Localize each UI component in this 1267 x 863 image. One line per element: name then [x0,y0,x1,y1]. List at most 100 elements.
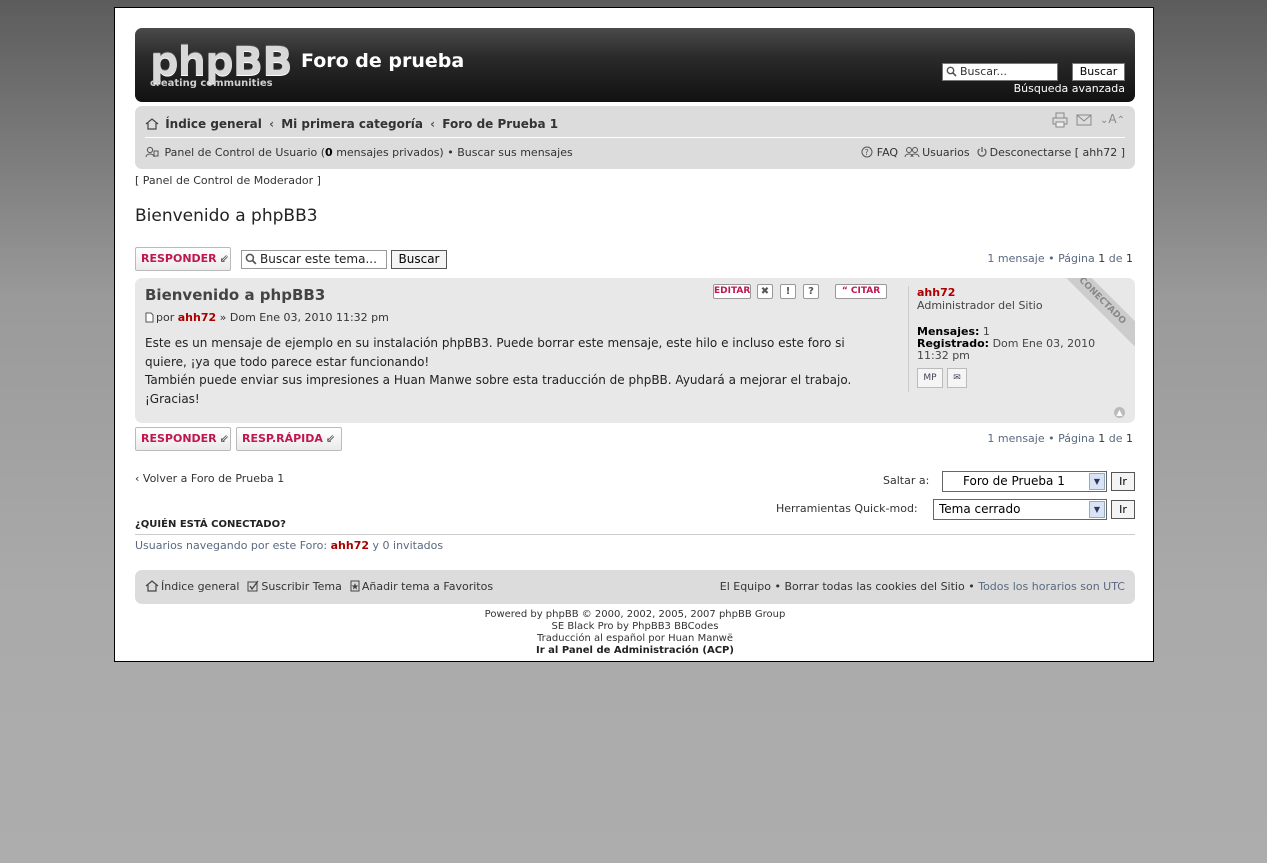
topic-search-placeholder: Buscar este tema... [260,252,377,266]
reply-button[interactable]: RESPONDER ⇙ [135,247,231,271]
credits-style[interactable]: SE Black Pro by PhpBB3 BBCodes [115,621,1155,633]
current-page: 1 [1098,432,1106,445]
quote-mark-icon: “ [841,286,848,296]
site-logo[interactable]: phpBB creating communities [150,42,293,94]
quickmod-select[interactable]: Tema cerrado ▼ [933,499,1107,520]
post-icon [145,312,154,326]
breadcrumb-forum[interactable]: Foro de Prueba 1 [442,117,558,131]
subscribe-label: Suscribir Tema [261,580,342,593]
bullet-separator: • [447,146,454,159]
delete-cookies-link[interactable]: Borrar todas las cookies del Sitio [784,580,964,593]
whois-suffix: y 0 invitados [372,539,444,552]
profile-rank: Administrador del Sitio [917,299,1043,312]
jump-select[interactable]: Foro de Prueba 1 ▼ [942,471,1107,492]
topic-search-input[interactable]: Buscar este tema... [241,250,387,269]
own-posts-link[interactable]: Buscar sus mensajes [457,146,572,159]
reply-label: RESPONDER [141,252,217,265]
search-placeholder: Buscar... [960,65,1008,78]
mcp-link[interactable]: [ Panel de Control de Moderador ] [135,174,321,187]
footer-right-links: El Equipo • Borrar todas las cookies del… [720,580,1125,593]
post-paragraph: También puede enviar sus impresiones a H… [145,373,852,387]
current-page: 1 [1098,252,1106,265]
breadcrumb-index[interactable]: Índice general [165,117,262,131]
footer-navbar: Índice general Suscribir Tema Añadir tem… [135,570,1135,604]
whois-online-text: Usuarios navegando por este Foro: ahh72 … [135,539,443,552]
navbar: Índice general ‹ Mi primera categoría ‹ … [135,106,1135,169]
quickmod-selected-value: Tema cerrado [939,502,1021,516]
post-count: 1 mensaje [987,252,1045,265]
search-icon [245,253,257,270]
subscribe-topic-link[interactable]: Suscribir Tema [247,580,342,595]
delete-icon[interactable]: ✖ [757,284,773,299]
page-label: Página [1058,252,1095,265]
page-title[interactable]: Bienvenido a phpBB3 [135,206,318,226]
font-size-icon[interactable]: ⌄A⌃ [1100,112,1125,131]
report-icon[interactable]: ! [780,284,796,299]
reply-arrow-icon: ⇙ [325,432,336,445]
back-to-top-icon[interactable]: ▲ [1114,407,1125,418]
back-link-label: Volver a Foro de Prueba 1 [142,472,285,485]
search-input[interactable]: Buscar... [942,63,1058,81]
email-icon[interactable]: ✉ [947,368,967,388]
team-link[interactable]: El Equipo [720,580,771,593]
edit-button[interactable]: EDITAR [713,284,751,299]
reply-button-bottom[interactable]: RESPONDER ⇙ [135,427,231,451]
bookmark-icon [350,580,360,595]
site-header: phpBB creating communities Foro de prueb… [135,28,1135,102]
members-label: Usuarios [922,146,970,159]
topic-search-button[interactable]: Buscar [391,250,447,269]
print-icon[interactable] [1052,112,1068,131]
navbar-divider [145,137,1125,138]
bookmark-topic-link[interactable]: Añadir tema a Favoritos [350,580,493,595]
private-messages-link[interactable]: (0 mensajes privados) [321,146,444,159]
header-search: Buscar... Buscar [925,63,1125,81]
search-icon [946,66,957,82]
footer-index-link[interactable]: Índice general [145,580,239,595]
reply-arrow-icon: ⇙ [219,432,229,445]
ucp-link[interactable]: Panel de Control de Usuario [165,146,318,159]
faq-link[interactable]: ? FAQ [861,146,898,161]
post-paragraph: ¡Gracias! [145,391,200,406]
total-pages: 1 [1126,432,1133,445]
credits-translation[interactable]: Traducción al español por Huan Manwë [115,633,1155,645]
post-paragraph: Este es un mensaje de ejemplo en su inst… [145,336,845,369]
search-button[interactable]: Buscar [1072,63,1125,81]
pm-icon-text: MP [923,373,937,383]
advanced-search-link[interactable]: Búsqueda avanzada [1014,82,1125,95]
user-icon [145,146,159,161]
credits-powered-by[interactable]: Powered by phpBB © 2000, 2002, 2005, 200… [115,609,1155,621]
site-title: Foro de prueba [301,50,465,72]
breadcrumb-category[interactable]: Mi primera categoría [281,117,423,131]
profile-contact-icons: MP ✉ [917,368,967,388]
post-profile: ahh72 Administrador del Sitio Mensajes: … [908,286,1108,392]
back-arrow-icon: ‹ [135,472,140,485]
members-link[interactable]: Usuarios [904,146,970,161]
font-size-letter: A [1108,112,1117,126]
pagination-bottom: 1 mensaje • Página 1 de 1 [987,432,1133,445]
jump-go-button[interactable]: Ir [1111,472,1135,491]
back-to-forum-link[interactable]: ‹ Volver a Foro de Prueba 1 [135,472,284,485]
power-icon [976,146,988,161]
online-user-link[interactable]: ahh72 [331,539,369,552]
post-date: » Dom Ene 03, 2010 11:32 pm [219,311,389,324]
quote-button[interactable]: “ CITAR [835,284,887,299]
private-message-icon[interactable]: MP [917,368,943,388]
post-author[interactable]: ahh72 [178,311,216,324]
jump-label: Saltar a: [883,474,930,487]
footer-left-links: Índice general Suscribir Tema Añadir tem… [145,580,493,595]
whois-online-title: ¿QUIÉN ESTÁ CONECTADO? [135,519,286,530]
acp-link[interactable]: Ir al Panel de Administración (ACP) [115,645,1155,657]
email-topic-icon[interactable] [1076,112,1092,131]
svg-text:?: ? [864,148,868,157]
breadcrumb: Índice general ‹ Mi primera categoría ‹ … [145,117,558,133]
bookmark-label: Añadir tema a Favoritos [361,580,494,593]
logout-link[interactable]: Desconectarse [ ahh72 ] [976,146,1125,161]
quickmod-go-button[interactable]: Ir [1111,500,1135,519]
post-title[interactable]: Bienvenido a phpBB3 [145,286,325,304]
quick-reply-label: RESP.RÁPIDA [242,432,323,445]
info-icon[interactable]: ? [803,284,819,299]
timezone-text: Todos los horarios son UTC [978,580,1125,593]
ucp-links: Panel de Control de Usuario (0 mensajes … [145,146,573,161]
jump-selected-value: Foro de Prueba 1 [963,474,1065,488]
quick-reply-button[interactable]: RESP.RÁPIDA ⇙ [236,427,342,451]
